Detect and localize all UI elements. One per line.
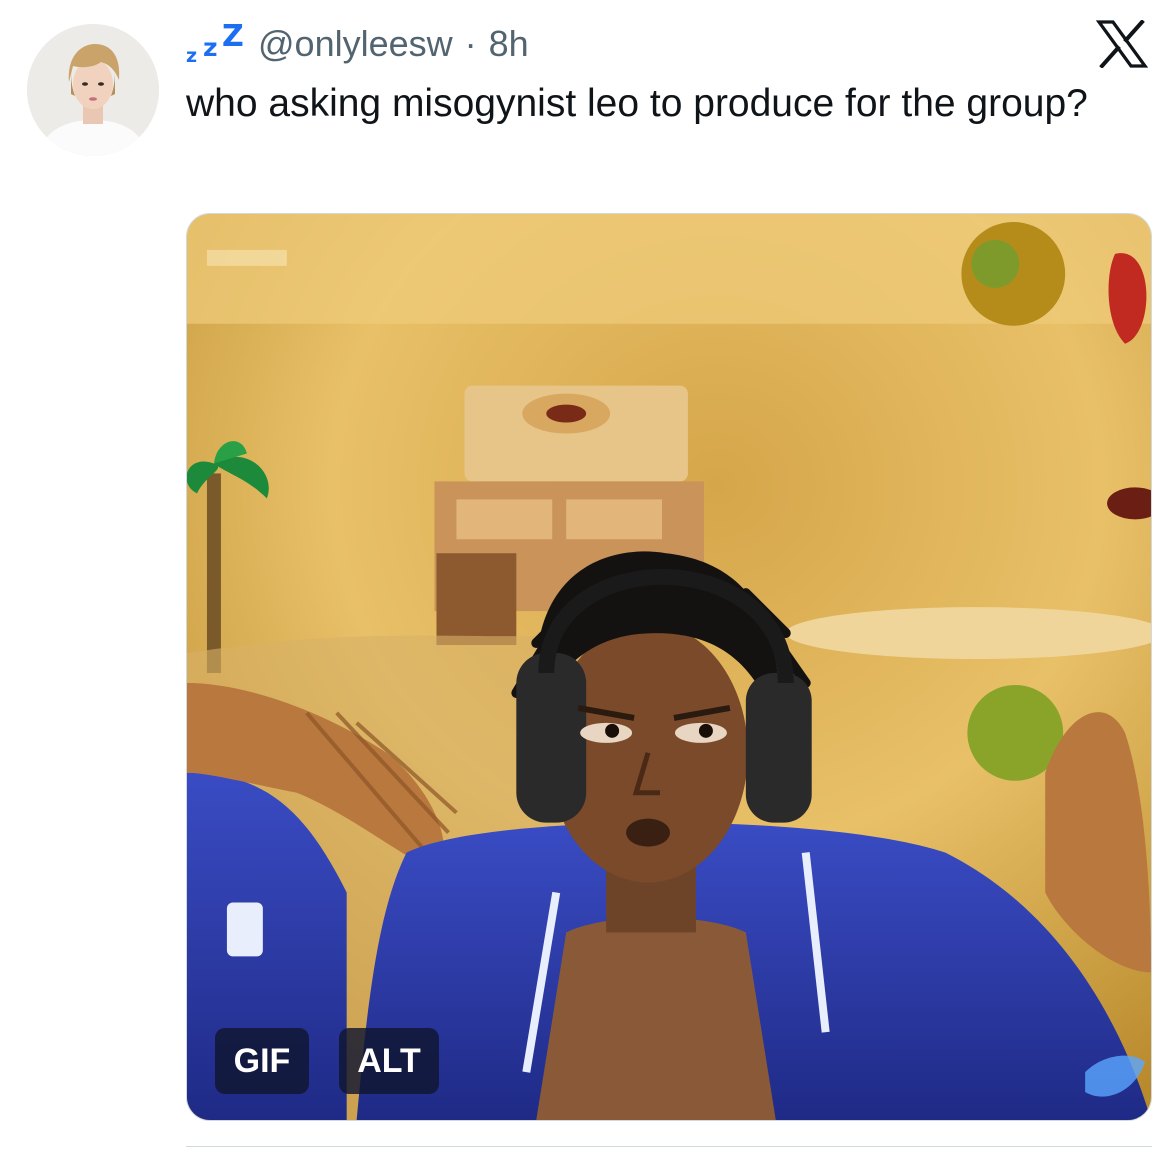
tweet-media-gif[interactable]: GIF ALT <box>186 213 1152 1121</box>
x-logo-icon <box>1096 20 1148 68</box>
gif-frame <box>187 214 1151 1120</box>
bottom-divider <box>186 1146 1152 1147</box>
separator-dot: · <box>464 23 477 64</box>
user-handle[interactable]: @onlyleesw <box>258 23 453 65</box>
zzz-sleeping-icon: z z Z <box>186 19 248 69</box>
avatar-image <box>27 24 159 156</box>
tweet-text: who asking misogynist leo to produce for… <box>186 82 1088 125</box>
zzz-medium-letter: z <box>203 33 218 62</box>
timestamp[interactable]: 8h <box>489 23 529 65</box>
avatar[interactable] <box>27 24 159 156</box>
tweet-header: z z Z @onlyleesw · 8h <box>186 16 529 72</box>
alt-text-button[interactable]: ALT <box>339 1028 439 1094</box>
zzz-large-letter: Z <box>222 19 244 54</box>
gif-badge: GIF <box>215 1028 309 1094</box>
zzz-small-letter: z <box>186 45 198 67</box>
